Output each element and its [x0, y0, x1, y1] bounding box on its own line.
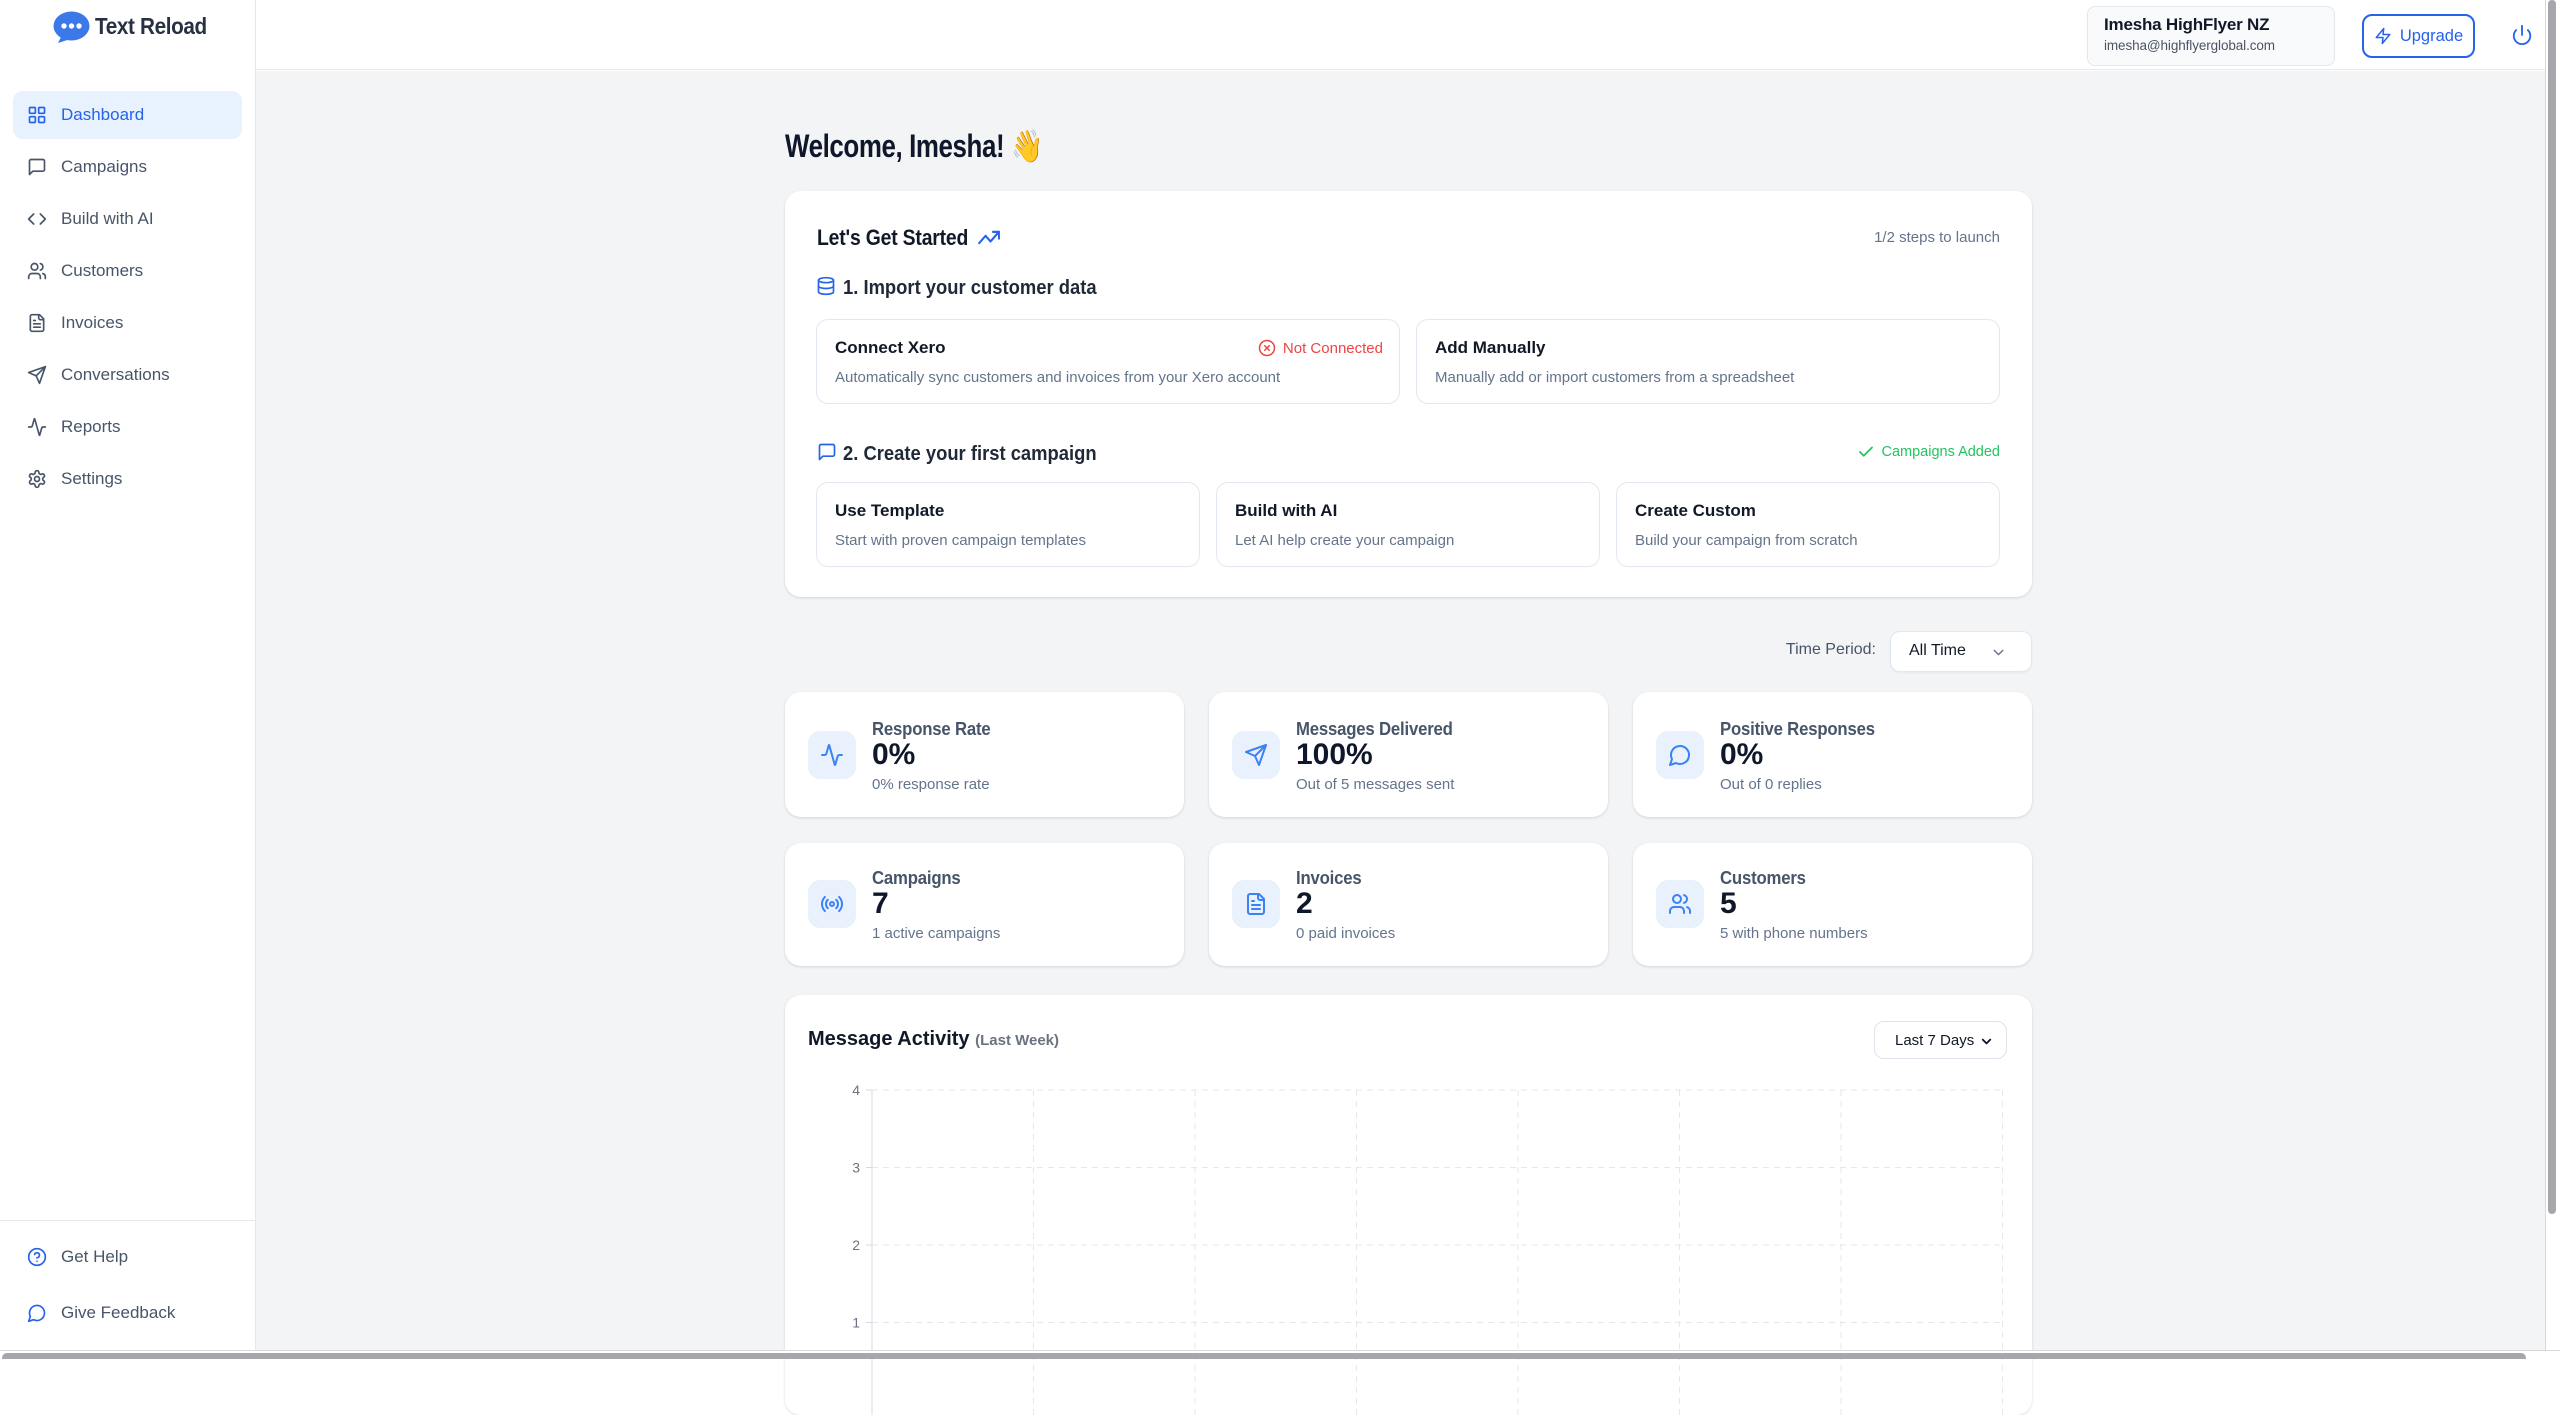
svg-text:4: 4	[852, 1082, 860, 1098]
svg-text:3: 3	[852, 1160, 860, 1176]
svg-text:2: 2	[852, 1237, 860, 1253]
svg-text:1: 1	[852, 1315, 860, 1331]
